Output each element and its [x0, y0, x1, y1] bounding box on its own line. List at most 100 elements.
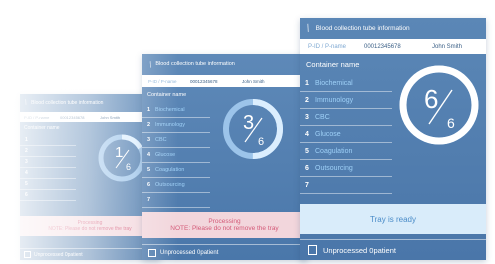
list-icon [24, 251, 31, 258]
status-line2: NOTE: Please do not remove the tray [170, 225, 279, 232]
pid-value: 00012345678 [364, 43, 401, 50]
count-total: 6 [447, 115, 455, 131]
list-icon [308, 245, 317, 255]
container-number: 1 [147, 107, 151, 113]
container-row: 7 [300, 177, 392, 194]
container-row: 3 CBC [142, 133, 210, 148]
footer-label: Unprocessed 0patient [34, 251, 83, 258]
container-row: 1 Biochemical [142, 103, 210, 118]
container-number: 6 [25, 192, 28, 198]
tube-info-panel-middle: ∕ Blood collection tube information P-ID… [142, 54, 307, 260]
status-processing: Processing NOTE: Please do not remove th… [20, 216, 160, 236]
container-row: 7 [142, 193, 210, 208]
panel-title: Blood collection tube information [155, 61, 235, 67]
footer-bar[interactable]: Unprocessed 0patient [300, 239, 486, 260]
panel-title: Blood collection tube information [315, 25, 410, 32]
tube-info-panel-front: ∕ Blood collection tube information P-ID… [300, 18, 486, 260]
panel-header: ∕ Blood collection tube information [20, 94, 160, 111]
container-number: 3 [147, 137, 151, 143]
tube-info-panel-back: ∕ Blood collection tube information P-ID… [20, 94, 160, 260]
container-name: Immunology [155, 122, 185, 128]
container-number: 5 [305, 147, 309, 155]
tube-icon: ∕ [304, 23, 313, 34]
patient-id-bar: P-ID / P-name 00012345678 John Smith [142, 75, 307, 87]
pid-label: P-ID / P-name [24, 114, 50, 120]
footer-bar[interactable]: Unprocessed 0patient [20, 248, 160, 260]
container-row: 1 [20, 135, 76, 146]
container-name: Glucose [315, 130, 341, 138]
panel-header: ∕ Blood collection tube information [142, 54, 307, 74]
status-ready: Tray is ready [300, 204, 486, 234]
container-number: 6 [147, 182, 151, 188]
footer-label: Unprocessed 0patient [323, 245, 396, 255]
container-row: 4 Glucose [142, 148, 210, 163]
count-total: 6 [126, 162, 131, 172]
panel-title: Blood collection tube information [31, 99, 104, 106]
container-row: 6 Outsourcing [300, 160, 392, 177]
progress-ring: 1 6 [98, 134, 146, 182]
container-name: Outsourcing [315, 164, 353, 172]
container-list: Container name 1 Biochemical 2 Immunology 3 C… [142, 92, 210, 208]
pid-value: 00012345678 [60, 114, 85, 120]
pid-value: 00012345678 [190, 78, 218, 84]
count-current: 6 [424, 84, 438, 114]
container-number: 5 [147, 167, 151, 173]
container-heading: Container name [24, 125, 60, 131]
container-name: CBC [315, 113, 330, 121]
container-name: Biochemical [315, 79, 353, 87]
container-row: 5 [20, 179, 76, 190]
progress-ring: 3 6 [223, 99, 283, 159]
patient-name: John Smith [432, 43, 463, 50]
patient-id-bar: P-ID / P-name 00012345678 John Smith [300, 39, 486, 54]
container-list: Container name 1 Biochemical 2 Immunology 3 C… [300, 60, 392, 194]
patient-name: John Smith [100, 114, 121, 120]
container-list: Container name 1 2 3 4 5 6 [20, 125, 76, 201]
panel-header: ∕ Blood collection tube information [300, 18, 486, 39]
tube-icon: ∕ [24, 99, 30, 106]
container-number: 1 [305, 79, 309, 87]
container-row: 4 [20, 168, 76, 179]
container-row: 4 Glucose [300, 126, 392, 143]
container-row: 3 CBC [300, 109, 392, 126]
container-number: 6 [305, 164, 309, 172]
status-line1: Processing [208, 218, 241, 225]
footer-bar[interactable]: Unprocessed 0patient [142, 244, 307, 260]
container-number: 4 [305, 130, 309, 138]
progress-ring: 6 6 [399, 65, 479, 145]
patient-id-bar: P-ID / P-name 00012345678 John Smith [20, 112, 160, 122]
container-number: 3 [305, 113, 309, 121]
container-name: Outsourcing [155, 182, 185, 188]
container-row: 1 Biochemical [300, 75, 392, 92]
status-processing: Processing NOTE: Please do not remove th… [142, 212, 307, 238]
container-number: 1 [25, 137, 28, 143]
container-number: 7 [305, 181, 309, 189]
status-line2: NOTE: Please do not remove the tray [48, 226, 132, 232]
container-row: 5 Coagulation [142, 163, 210, 178]
container-heading: Container name [147, 92, 187, 98]
container-number: 3 [25, 159, 28, 165]
pid-label: P-ID / P-name [308, 43, 347, 50]
container-row: 5 Coagulation [300, 143, 392, 160]
container-row: 6 [20, 190, 76, 201]
ring-fill [399, 65, 479, 145]
container-row: 2 Immunology [142, 118, 210, 133]
container-row: 2 Immunology [300, 92, 392, 109]
count-current: 1 [115, 144, 123, 161]
container-row: 2 [20, 146, 76, 157]
list-icon [148, 248, 156, 257]
container-name: Coagulation [155, 167, 185, 173]
container-name: Coagulation [315, 147, 353, 155]
footer-label: Unprocessed 0patient [160, 249, 219, 256]
container-name: Biochemical [155, 107, 185, 113]
container-number: 2 [147, 122, 151, 128]
container-name: CBC [155, 137, 167, 143]
patient-name: John Smith [242, 78, 265, 84]
container-number: 4 [25, 170, 28, 176]
container-heading: Container name [306, 60, 360, 69]
container-name: Immunology [315, 96, 354, 104]
container-number: 4 [147, 152, 151, 158]
container-row: 6 Outsourcing [142, 178, 210, 193]
container-number: 5 [25, 181, 28, 187]
container-number: 2 [25, 148, 28, 154]
container-number: 2 [305, 96, 309, 104]
